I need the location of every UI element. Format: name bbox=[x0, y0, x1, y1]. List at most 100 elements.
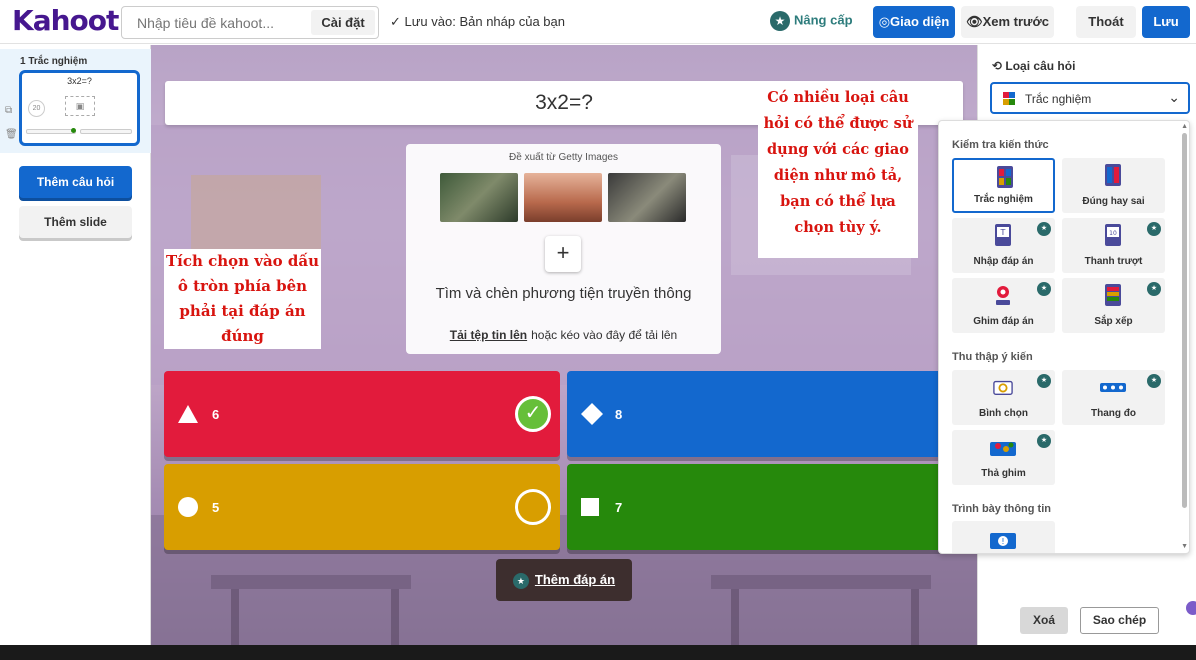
premium-star-icon: ★ bbox=[1037, 282, 1051, 296]
svg-text:!: ! bbox=[1001, 537, 1004, 546]
delete-button[interactable]: Xoá bbox=[1020, 607, 1068, 634]
thumb-timer: 20 bbox=[28, 100, 45, 117]
title-field-wrapper: Cài đặt bbox=[121, 6, 379, 39]
add-answer-button[interactable]: ★ Thêm đáp án bbox=[496, 559, 632, 601]
preview-button[interactable]: 👁Xem trước bbox=[961, 6, 1054, 38]
svg-text:10: 10 bbox=[1109, 230, 1117, 237]
question-type-heading: ⟲ Loại câu hỏi bbox=[992, 59, 1075, 73]
answer-text[interactable]: 6 bbox=[212, 407, 219, 422]
qtype-option-info-slide[interactable]: ! bbox=[952, 521, 1055, 553]
thumb-answer-bar bbox=[26, 129, 76, 134]
exit-button[interactable]: Thoát bbox=[1076, 6, 1136, 38]
top-bar: Kahoot! Cài đặt ✓ Lưu vào: Bản nháp của … bbox=[0, 0, 1196, 44]
copy-button[interactable]: Sao chép bbox=[1080, 607, 1159, 634]
qtype-label: Trắc nghiệm bbox=[974, 194, 1033, 205]
question-type-select[interactable]: Trắc nghiệm ⌄ bbox=[990, 82, 1190, 114]
getty-suggestion-label: Đề xuất từ Getty Images bbox=[509, 152, 618, 163]
preview-label: Xem trước bbox=[982, 14, 1049, 29]
answer-option-1[interactable]: 6 ✓ bbox=[164, 371, 560, 457]
star-icon: ★ bbox=[512, 572, 529, 589]
qtype-label: Sắp xếp bbox=[1094, 316, 1133, 327]
chevron-down-icon: ⌄ bbox=[1168, 89, 1180, 105]
answer-text[interactable]: 7 bbox=[615, 500, 622, 515]
getty-image-thumbnail[interactable] bbox=[524, 173, 602, 222]
correct-answer-toggle[interactable]: ✓ bbox=[515, 396, 551, 432]
star-icon: ★ bbox=[770, 11, 790, 31]
quiz-icon bbox=[997, 166, 1013, 188]
qtype-option-poll[interactable]: ★ Bình chọn bbox=[952, 370, 1055, 425]
qtype-option-pin-answer[interactable]: ★ Ghim đáp án bbox=[952, 278, 1055, 333]
qtype-option-quiz[interactable]: Trắc nghiệm bbox=[952, 158, 1055, 213]
answer-option-2[interactable]: 8 bbox=[567, 371, 977, 457]
save-button[interactable]: Lưu bbox=[1142, 6, 1190, 38]
qtype-option-true-false[interactable]: Đúng hay sai bbox=[1062, 158, 1165, 213]
question-type-icon: ⟲ bbox=[992, 59, 1006, 73]
slide-item-label: 1 Trắc nghiệm bbox=[20, 56, 88, 67]
scroll-up-icon[interactable]: ▲ bbox=[1181, 123, 1188, 130]
add-answer-label: Thêm đáp án bbox=[534, 572, 616, 587]
diamond-icon bbox=[581, 403, 603, 425]
drop-pin-icon bbox=[990, 442, 1016, 456]
kahoot-title-input[interactable] bbox=[137, 15, 297, 31]
thumb-correct-dot bbox=[71, 128, 76, 133]
qtype-option-slider[interactable]: 10 ★ Thanh trượt bbox=[1062, 218, 1165, 273]
premium-star-icon: ★ bbox=[1147, 282, 1161, 296]
upload-hint: Tải tệp tin lên hoặc kéo vào đây để tải l… bbox=[406, 328, 721, 342]
answer-option-4[interactable]: 7 bbox=[567, 464, 977, 550]
section-title: Trình bày thông tin bbox=[952, 503, 1051, 515]
qtype-label: Thả ghim bbox=[981, 468, 1026, 479]
slider-icon: 10 bbox=[1105, 224, 1121, 246]
trash-icon[interactable]: 🗑 bbox=[5, 129, 18, 140]
annotation-note-left: Tích chọn vào dấu ô tròn phía bên phải t… bbox=[164, 249, 321, 349]
palette-icon: ◎ bbox=[878, 14, 891, 29]
qtype-option-drop-pin[interactable]: ★ Thả ghim bbox=[952, 430, 1055, 485]
getty-image-thumbnail[interactable] bbox=[440, 173, 518, 222]
qtype-label: Thang đo bbox=[1091, 408, 1136, 419]
duplicate-icon[interactable]: ⧉ bbox=[5, 105, 12, 116]
square-icon bbox=[581, 498, 599, 516]
settings-button[interactable]: Cài đặt bbox=[311, 10, 375, 35]
premium-star-icon: ★ bbox=[1147, 222, 1161, 236]
answer-text[interactable]: 8 bbox=[615, 407, 622, 422]
scroll-down-icon[interactable]: ▼ bbox=[1181, 543, 1188, 550]
qtype-option-scale[interactable]: ★ Thang đo bbox=[1062, 370, 1165, 425]
thumb-question-title: 3x2=? bbox=[67, 76, 92, 86]
thumb-image-icon: ▣ bbox=[65, 96, 95, 116]
qtype-label: Nhập đáp án bbox=[973, 256, 1034, 267]
getty-image-thumbnail[interactable] bbox=[608, 173, 686, 222]
qtype-option-puzzle[interactable]: ★ Sắp xếp bbox=[1062, 278, 1165, 333]
answer-option-3[interactable]: 5 bbox=[164, 464, 560, 550]
section-title: Kiểm tra kiến thức bbox=[952, 139, 1049, 151]
pin-answer-icon bbox=[996, 286, 1010, 305]
upload-file-link[interactable]: Tải tệp tin lên bbox=[450, 328, 527, 342]
kahoot-logo[interactable]: Kahoot! bbox=[12, 4, 131, 37]
theme-button[interactable]: ◎Giao diện bbox=[873, 6, 955, 38]
add-slide-button[interactable]: Thêm slide bbox=[19, 206, 132, 238]
add-media-button[interactable]: + bbox=[545, 236, 581, 272]
qtype-label: Thanh trượt bbox=[1084, 256, 1143, 267]
slide-thumbnail[interactable]: 3x2=? 20 ▣ bbox=[19, 70, 140, 146]
type-answer-icon: T bbox=[995, 224, 1011, 246]
media-upload-panel: Đề xuất từ Getty Images + Tìm và chèn ph… bbox=[406, 144, 721, 354]
premium-star-icon: ★ bbox=[1147, 374, 1161, 388]
upgrade-button[interactable]: ★ Nâng cấp bbox=[770, 11, 853, 31]
answer-text[interactable]: 5 bbox=[212, 500, 219, 515]
info-slide-icon: ! bbox=[990, 533, 1016, 549]
qtype-option-type-answer[interactable]: T ★ Nhập đáp án bbox=[952, 218, 1055, 273]
quiz-icon bbox=[1003, 92, 1015, 105]
dropdown-scrollbar[interactable] bbox=[1182, 133, 1187, 508]
add-question-button[interactable]: Thêm câu hỏi bbox=[19, 166, 132, 198]
eye-icon: 👁 bbox=[966, 14, 983, 29]
question-type-dropdown: Kiểm tra kiến thức Trắc nghiệm Đúng hay … bbox=[938, 120, 1190, 554]
correct-answer-toggle[interactable] bbox=[515, 489, 551, 525]
theme-label: Giao diện bbox=[890, 14, 950, 29]
premium-star-icon: ★ bbox=[1037, 434, 1051, 448]
slides-sidebar: 1 Trắc nghiệm ⧉ 🗑 3x2=? 20 ▣ Thêm câu hỏ… bbox=[0, 45, 151, 660]
svg-text:T: T bbox=[1000, 228, 1006, 237]
section-title: Thu thập ý kiến bbox=[952, 351, 1033, 363]
poll-icon bbox=[993, 380, 1013, 395]
upgrade-label: Nâng cấp bbox=[794, 12, 853, 28]
ai-assistant-icon[interactable] bbox=[1186, 601, 1196, 615]
true-false-icon bbox=[1105, 164, 1121, 186]
annotation-note-right: Có nhiều loại câu hỏi có thể được sử dụn… bbox=[758, 85, 918, 258]
